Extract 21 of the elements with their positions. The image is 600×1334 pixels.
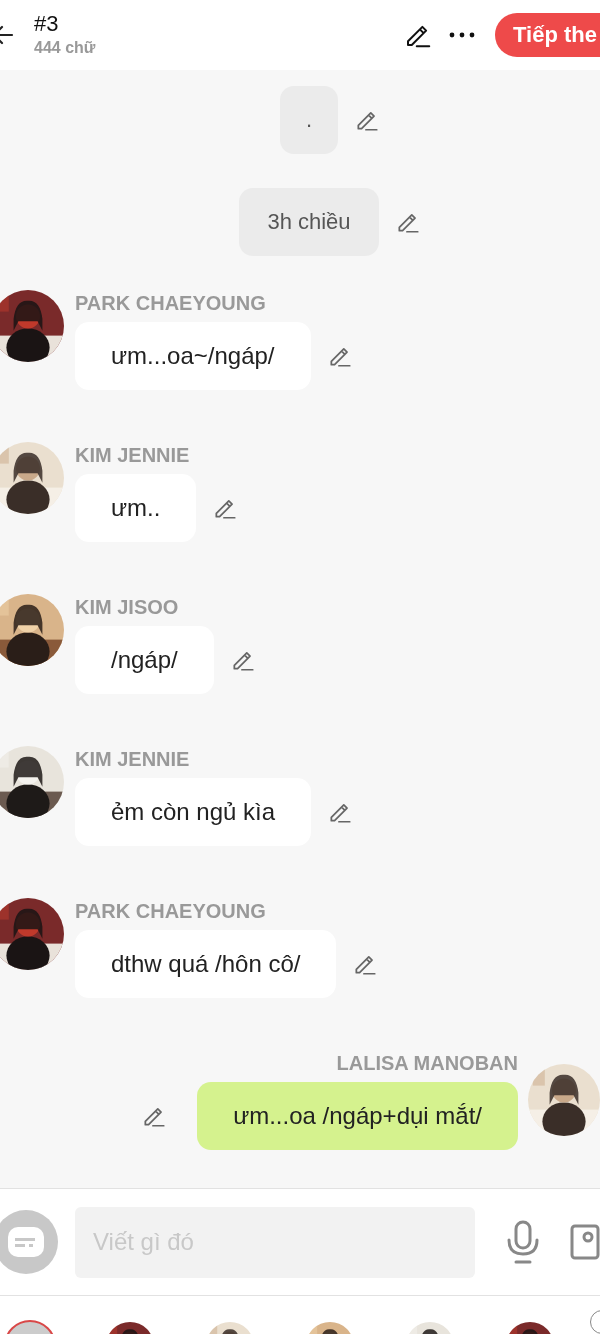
message-bubble: ẻm còn ngủ kìa: [75, 778, 312, 846]
word-count: 444 chữ: [34, 38, 97, 58]
story-title: #3: [34, 11, 60, 37]
character-name: PARK CHAEYOUNG: [75, 291, 267, 316]
character-name: KIM JISOO: [75, 595, 180, 620]
message-bubble: ưm..: [75, 474, 197, 542]
message-bubble: dthw quá /hôn cô/: [75, 930, 337, 998]
character-name: KIM JENNIE: [75, 747, 191, 772]
narration-bubble: .: [279, 86, 339, 154]
message-bubble: ưm...oa /ngáp+dụi mắt/: [197, 1082, 518, 1150]
image-icon[interactable]: [570, 1224, 600, 1260]
more-icon[interactable]: [449, 31, 475, 39]
character-name: LALISA MANOBAN: [335, 1051, 518, 1076]
message-bubble: /ngáp/: [75, 626, 214, 694]
character-name: PARK CHAEYOUNG: [75, 899, 267, 924]
chat-icon: [6, 1225, 46, 1259]
character-name: KIM JENNIE: [75, 443, 191, 468]
microphone-icon[interactable]: [506, 1220, 540, 1264]
narration-bubble: 3h chiều: [239, 188, 379, 256]
next-button[interactable]: Tiếp the: [495, 13, 600, 57]
message-bubble: ưm...oa~/ngáp/: [75, 322, 311, 390]
